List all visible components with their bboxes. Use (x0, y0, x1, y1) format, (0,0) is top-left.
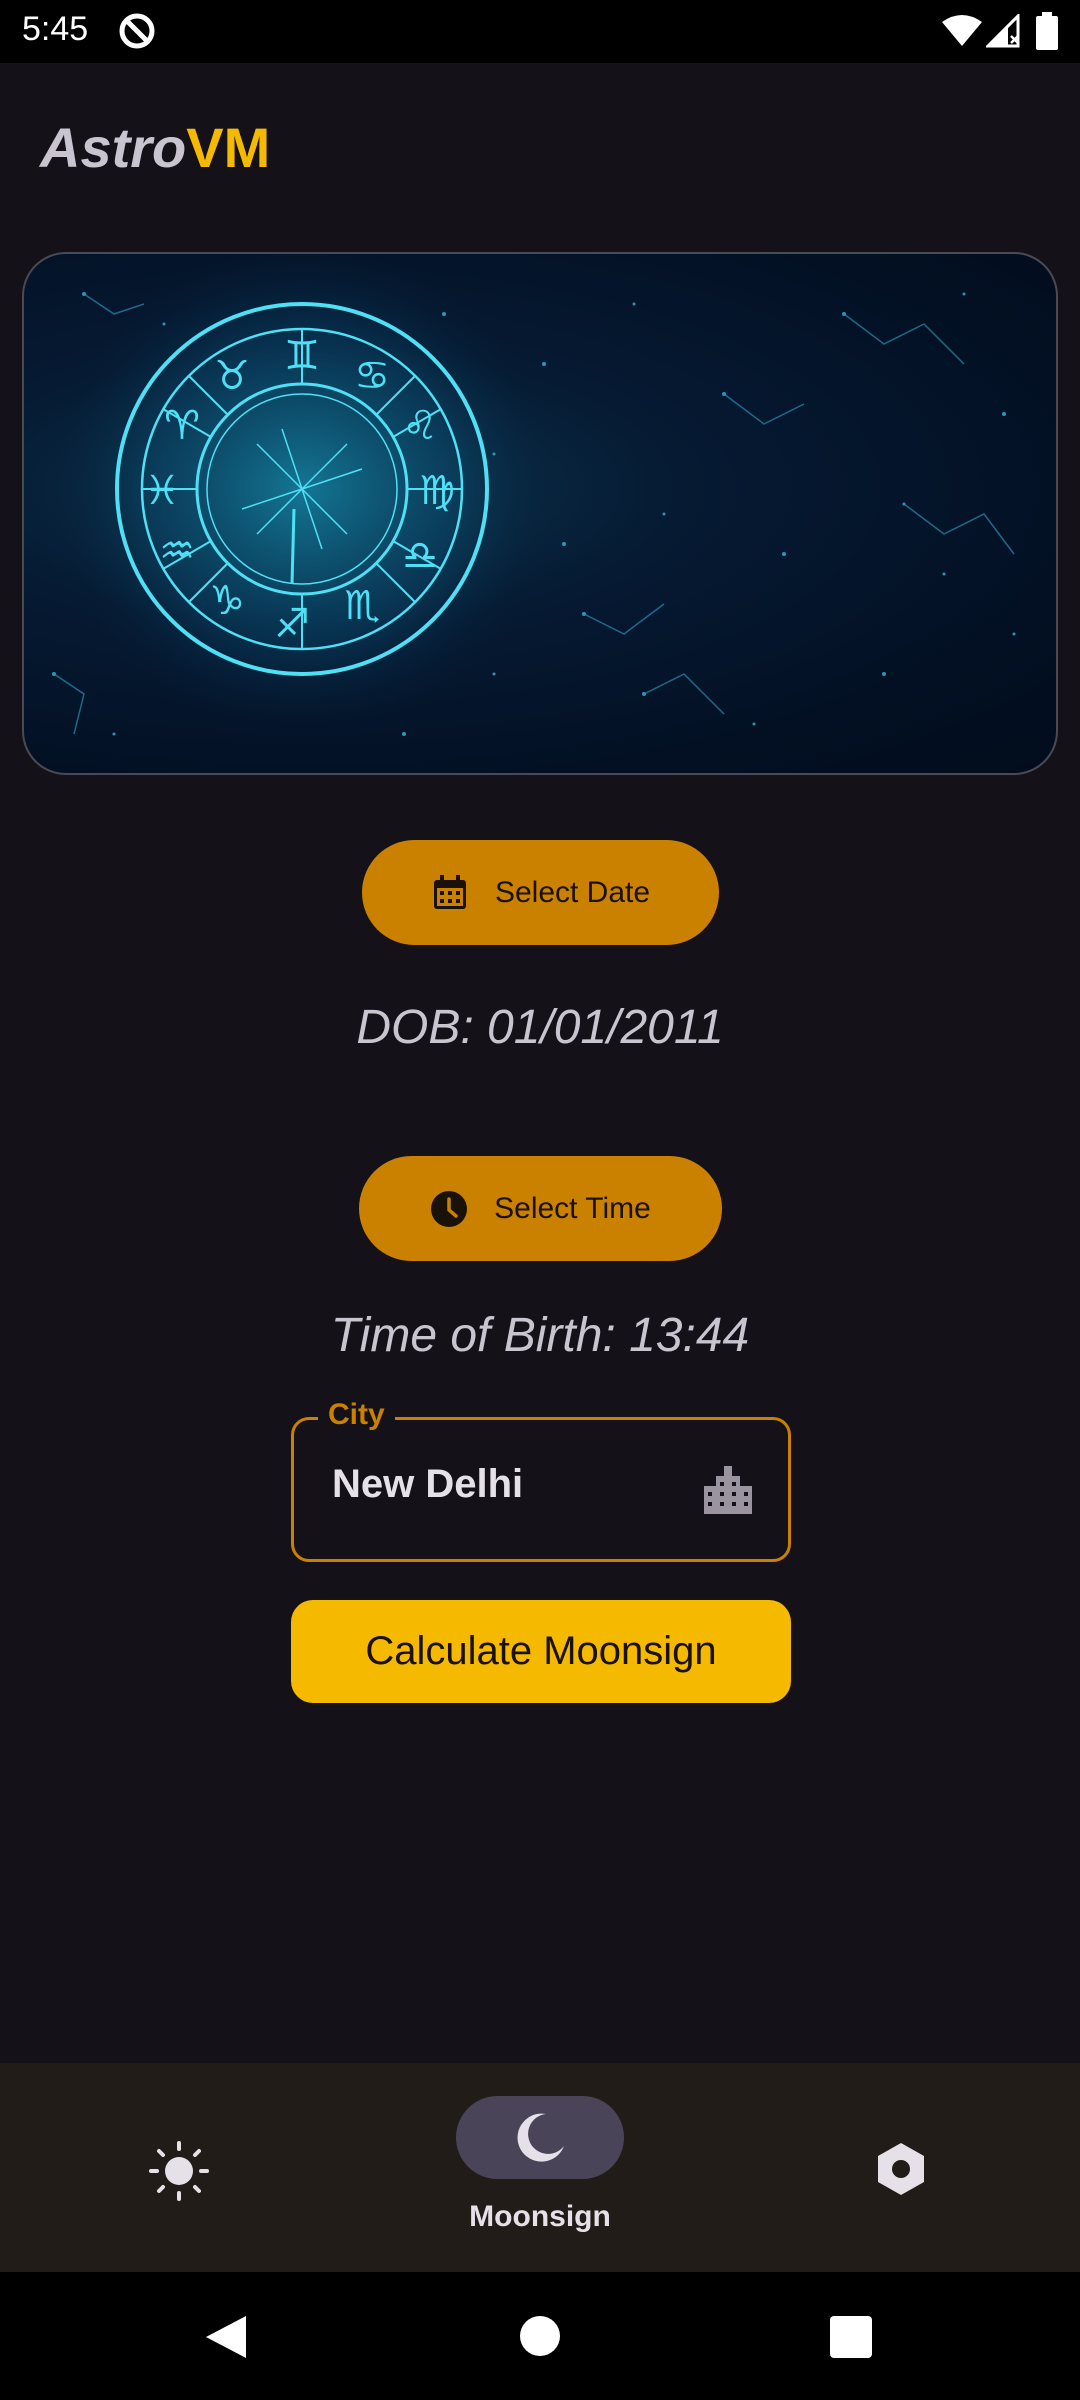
svg-text:♋: ♋ (354, 353, 390, 399)
time-of-birth-text: Time of Birth: 13:44 (330, 1309, 750, 1362)
svg-text:♏: ♏ (344, 583, 380, 629)
app-title-astro: Astro (40, 116, 187, 179)
svg-text:♐: ♐ (274, 601, 310, 647)
svg-text:♈: ♈ (164, 403, 200, 449)
svg-text:♑: ♑ (209, 578, 245, 624)
home-icon[interactable] (520, 2316, 560, 2356)
select-time-label: Select Time (494, 1191, 651, 1225)
calculate-moonsign-button[interactable]: Calculate Moonsign (291, 1600, 791, 1703)
status-bar (0, 0, 1080, 63)
dob-text: DOB: 01/01/2011 (356, 1001, 724, 1054)
svg-text:♍: ♍ (419, 468, 455, 514)
svg-text:♓: ♓ (144, 468, 180, 514)
city-field-value[interactable]: New Delhi (332, 1462, 523, 1507)
moon-icon[interactable] (510, 2108, 570, 2168)
select-time-button[interactable]: Select Time (359, 1156, 722, 1261)
select-date-button[interactable]: Select Date (362, 840, 719, 945)
city-buildings-icon (704, 1466, 752, 1514)
app-title: AstroVM (40, 115, 270, 180)
svg-text:♎: ♎ (402, 533, 438, 579)
signal-icon (986, 14, 1020, 48)
svg-text:♒: ♒ (159, 528, 195, 574)
wifi-icon (942, 15, 982, 46)
svg-text:♊: ♊ (284, 333, 320, 379)
app-title-vm: VM (186, 116, 271, 179)
zodiac-banner-image: ♊ ♋ ♌ ♍ ♎ ♏ ♐ ♑ ♒ ♓ ♈ ♉ (22, 252, 1058, 775)
sun-icon[interactable] (148, 2140, 210, 2202)
status-time: 5:45 (22, 10, 89, 48)
settings-icon[interactable] (872, 2140, 930, 2198)
zodiac-wheel-illustration: ♊ ♋ ♌ ♍ ♎ ♏ ♐ ♑ ♒ ♓ ♈ ♉ (42, 254, 1016, 749)
calendar-icon (433, 874, 466, 909)
battery-icon (1036, 12, 1058, 50)
nav-moonsign-label[interactable]: Moonsign (0, 2200, 1080, 2234)
clock-icon (431, 1190, 468, 1227)
city-field-label: City (318, 1398, 395, 1432)
svg-text:♌: ♌ (402, 403, 438, 449)
svg-text:♉: ♉ (214, 353, 250, 399)
back-icon[interactable] (204, 2314, 248, 2360)
select-date-label: Select Date (494, 875, 651, 909)
recents-icon[interactable] (830, 2316, 872, 2358)
data-saver-icon (119, 13, 155, 49)
